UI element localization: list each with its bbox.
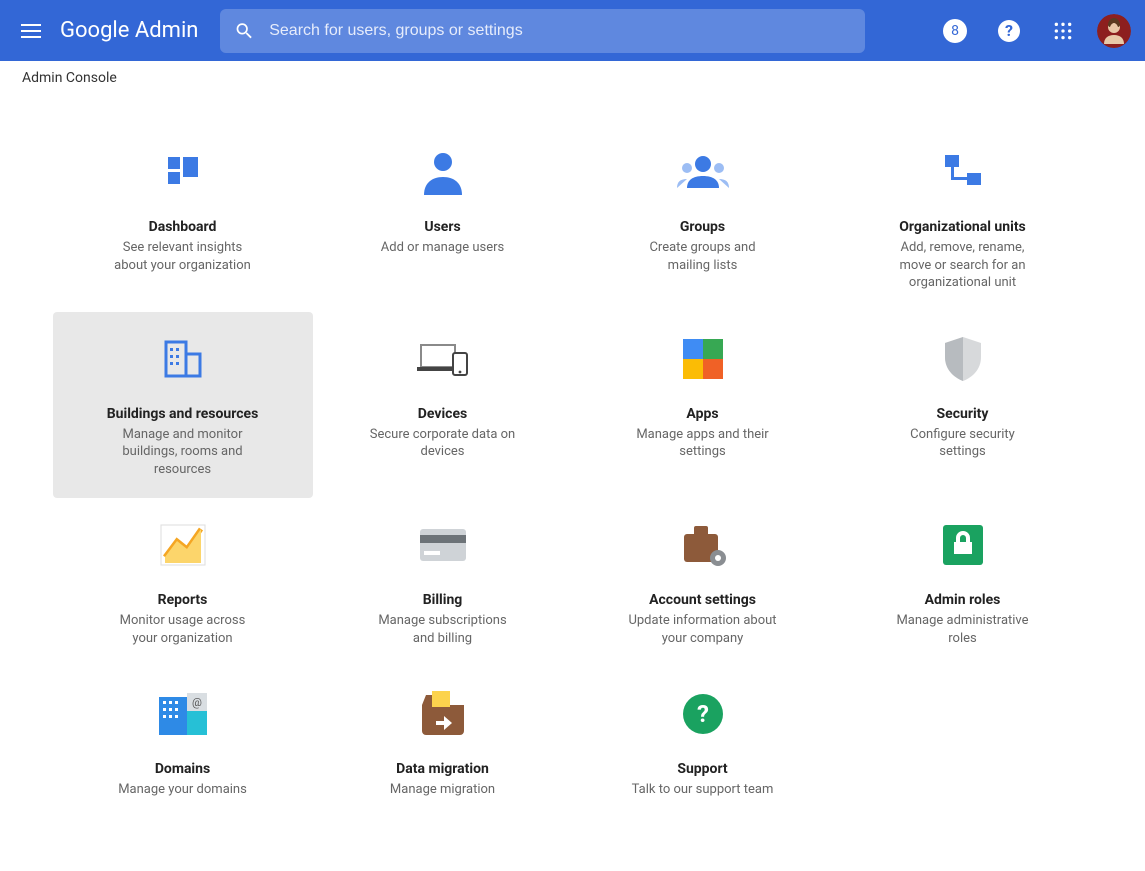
card-desc: Secure corporate data on devices	[368, 426, 518, 461]
card-data-migration[interactable]: Data migration Manage migration	[313, 667, 573, 827]
card-desc: Manage subscriptions and billing	[368, 612, 518, 647]
dashboard-icon	[67, 143, 299, 201]
logo[interactable]: Google Admin	[60, 18, 198, 43]
card-title: Users	[327, 219, 559, 235]
card-buildings-resources[interactable]: Buildings and resources Manage and monit…	[53, 312, 313, 499]
card-grid: Dashboard See relevant insights about yo…	[0, 95, 1145, 827]
menu-icon[interactable]	[20, 18, 46, 44]
card-desc: Monitor usage across your organization	[108, 612, 258, 647]
devices-icon	[327, 330, 559, 388]
card-desc: See relevant insights about your organiz…	[108, 239, 258, 274]
apps-icon	[587, 330, 819, 388]
card-desc: Add or manage users	[368, 239, 518, 257]
card-account-settings[interactable]: Account settings Update information abou…	[573, 498, 833, 667]
card-title: Data migration	[327, 761, 559, 777]
card-users[interactable]: Users Add or manage users	[313, 125, 573, 312]
card-desc: Manage and monitor buildings, rooms and …	[108, 426, 258, 479]
card-org-units[interactable]: Organizational units Add, remove, rename…	[833, 125, 1093, 312]
card-dashboard[interactable]: Dashboard See relevant insights about yo…	[53, 125, 313, 312]
logo-text: Google Admin	[60, 18, 198, 43]
svg-text:@: @	[192, 696, 202, 709]
card-billing[interactable]: Billing Manage subscriptions and billing	[313, 498, 573, 667]
org-units-icon	[847, 143, 1079, 201]
card-support[interactable]: ? Support Talk to our support team	[573, 667, 833, 827]
card-desc: Manage migration	[368, 781, 518, 799]
avatar[interactable]	[1097, 14, 1131, 48]
svg-text:?: ?	[1005, 21, 1013, 40]
card-title: Domains	[67, 761, 299, 777]
card-title: Billing	[327, 592, 559, 608]
security-icon	[847, 330, 1079, 388]
apps-grid-icon[interactable]	[1043, 11, 1083, 51]
card-title: Support	[587, 761, 819, 777]
search-icon	[234, 20, 255, 42]
header: Google Admin 8 ?	[0, 0, 1145, 61]
card-security[interactable]: Security Configure security settings	[833, 312, 1093, 499]
domains-icon: @	[67, 685, 299, 743]
card-desc: Manage administrative roles	[888, 612, 1038, 647]
card-admin-roles[interactable]: Admin roles Manage administrative roles	[833, 498, 1093, 667]
card-desc: Update information about your company	[628, 612, 778, 647]
card-title: Devices	[327, 406, 559, 422]
reports-icon	[67, 516, 299, 574]
help-icon[interactable]: ?	[989, 11, 1029, 51]
card-title: Apps	[587, 406, 819, 422]
card-desc: Add, remove, rename, move or search for …	[888, 239, 1038, 292]
card-title: Organizational units	[847, 219, 1079, 235]
card-title: Security	[847, 406, 1079, 422]
card-devices[interactable]: Devices Secure corporate data on devices	[313, 312, 573, 499]
card-desc: Create groups and mailing lists	[628, 239, 778, 274]
card-domains[interactable]: @ Domains Manage your domains	[53, 667, 313, 827]
card-title: Reports	[67, 592, 299, 608]
card-apps[interactable]: Apps Manage apps and their settings	[573, 312, 833, 499]
user-icon	[327, 143, 559, 201]
buildings-icon	[67, 330, 299, 388]
card-title: Admin roles	[847, 592, 1079, 608]
card-desc: Configure security settings	[888, 426, 1038, 461]
card-title: Groups	[587, 219, 819, 235]
card-desc: Talk to our support team	[628, 781, 778, 799]
search-box[interactable]	[220, 9, 865, 53]
card-groups[interactable]: Groups Create groups and mailing lists	[573, 125, 833, 312]
card-title: Buildings and resources	[67, 406, 299, 422]
support-icon: ?	[587, 685, 819, 743]
card-reports[interactable]: Reports Monitor usage across your organi…	[53, 498, 313, 667]
billing-icon	[327, 516, 559, 574]
card-title: Dashboard	[67, 219, 299, 235]
card-desc: Manage your domains	[108, 781, 258, 799]
search-input[interactable]	[269, 22, 851, 40]
card-title: Account settings	[587, 592, 819, 608]
breadcrumb: Admin Console	[0, 61, 1145, 95]
data-migration-icon	[327, 685, 559, 743]
card-desc: Manage apps and their settings	[628, 426, 778, 461]
svg-text:?: ?	[697, 700, 709, 728]
account-settings-icon	[587, 516, 819, 574]
admin-roles-icon	[847, 516, 1079, 574]
groups-icon	[587, 143, 819, 201]
limits-icon[interactable]: 8	[935, 11, 975, 51]
